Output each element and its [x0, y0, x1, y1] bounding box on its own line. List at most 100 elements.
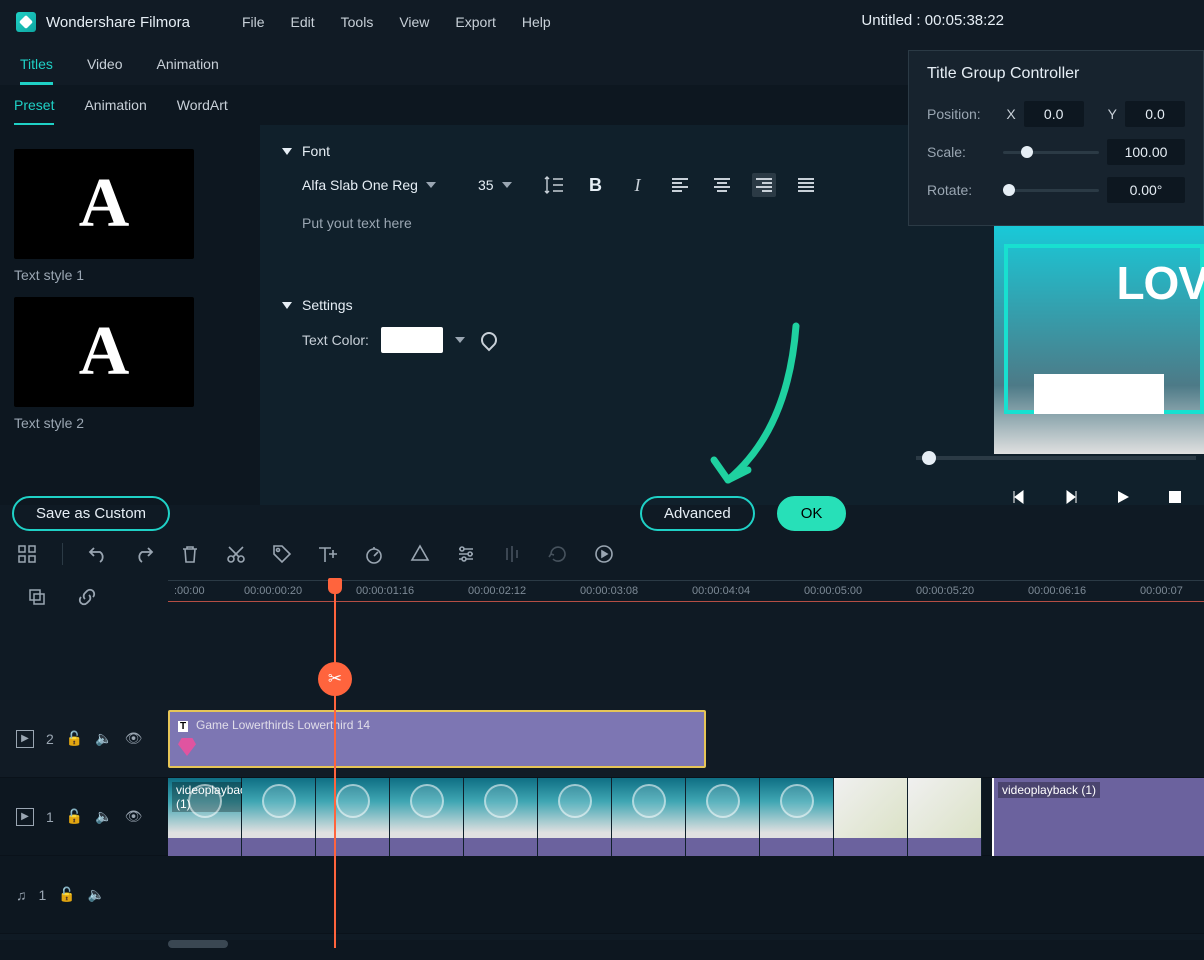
- visibility-icon[interactable]: 👁: [125, 730, 143, 747]
- position-y-input[interactable]: 0.0: [1125, 101, 1185, 127]
- tab-animation[interactable]: Animation: [157, 56, 219, 85]
- play-button[interactable]: [1114, 488, 1132, 506]
- copy-icon[interactable]: [26, 586, 48, 608]
- tick: 00:00:06:16: [1028, 585, 1086, 597]
- text-color-swatch[interactable]: [381, 327, 443, 353]
- toolbar-divider: [62, 543, 63, 565]
- render-icon[interactable]: [593, 543, 615, 565]
- crop-button[interactable]: [409, 543, 431, 565]
- align-left-button[interactable]: [668, 173, 692, 197]
- scale-slider[interactable]: [1003, 151, 1099, 154]
- chevron-down-icon: [502, 182, 512, 188]
- align-right-button[interactable]: [752, 173, 776, 197]
- subtab-wordart[interactable]: WordArt: [177, 97, 228, 125]
- stop-button[interactable]: [1166, 488, 1184, 506]
- cut-button[interactable]: [225, 543, 247, 565]
- font-family-dropdown[interactable]: Alfa Slab One Reg: [302, 177, 436, 193]
- video-clip-1[interactable]: videoplayback (1): [168, 778, 982, 856]
- menu-export[interactable]: Export: [455, 14, 495, 30]
- align-justify-button[interactable]: [794, 173, 818, 197]
- font-size-dropdown[interactable]: 35: [478, 177, 512, 193]
- video-clip-2[interactable]: videoplayback (1): [992, 778, 1204, 856]
- rotate-label: Rotate:: [927, 182, 972, 198]
- step-back-button[interactable]: [1010, 488, 1028, 506]
- menu-view[interactable]: View: [399, 14, 429, 30]
- subtab-preset[interactable]: Preset: [14, 97, 54, 125]
- tick: 00:00:05:00: [804, 585, 862, 597]
- title-clip[interactable]: T Game Lowerthirds Lowerthird 14: [168, 710, 706, 768]
- ok-button[interactable]: OK: [777, 496, 847, 531]
- tab-titles[interactable]: Titles: [20, 56, 53, 85]
- add-text-button[interactable]: [317, 543, 339, 565]
- rotate-slider[interactable]: [1003, 189, 1099, 192]
- bold-button[interactable]: B: [584, 173, 608, 197]
- lock-icon[interactable]: 🔓: [58, 886, 75, 903]
- align-center-button[interactable]: [710, 173, 734, 197]
- menu-file[interactable]: File: [242, 14, 265, 30]
- playhead-handle-icon[interactable]: [328, 578, 342, 594]
- chevron-down-icon: [282, 148, 292, 155]
- track-number: 1: [46, 809, 54, 825]
- track-play-icon[interactable]: ▶: [16, 808, 34, 826]
- h-scrollbar[interactable]: [168, 940, 228, 948]
- video-lane[interactable]: videoplayback (1) videoplayback (1): [168, 778, 1204, 855]
- ruler-scale[interactable]: :00:00 00:00:00:20 00:00:01:16 00:00:02:…: [168, 580, 1204, 620]
- refresh-icon[interactable]: [547, 543, 569, 565]
- menu-tools[interactable]: Tools: [341, 14, 374, 30]
- menu-help[interactable]: Help: [522, 14, 551, 30]
- menu-edit[interactable]: Edit: [291, 14, 315, 30]
- font-size-value: 35: [478, 177, 494, 193]
- tag-button[interactable]: [271, 543, 293, 565]
- subtab-animation[interactable]: Animation: [84, 97, 146, 125]
- tick: 00:00:04:04: [692, 585, 750, 597]
- tick: 00:00:02:12: [468, 585, 526, 597]
- playhead-cut-icon[interactable]: [318, 662, 352, 696]
- preset-glyph: A: [79, 312, 130, 392]
- scale-input[interactable]: 100.00: [1107, 139, 1185, 165]
- timeline-playhead[interactable]: [334, 578, 336, 948]
- italic-button[interactable]: I: [626, 173, 650, 197]
- mute-icon[interactable]: 🔈: [88, 886, 105, 903]
- speed-button[interactable]: [363, 543, 385, 565]
- track-head-a1: ♫ 1 🔓 🔈: [0, 886, 168, 903]
- mute-icon[interactable]: 🔈: [95, 730, 112, 747]
- rotate-row: Rotate: 0.00°: [927, 177, 1185, 203]
- preview-scene-element: [1034, 374, 1164, 414]
- visibility-icon[interactable]: 👁: [125, 808, 143, 825]
- save-as-custom-button[interactable]: Save as Custom: [12, 496, 170, 531]
- track-row-overlay: ▶ 2 🔓 🔈 👁 T Game Lowerthirds Lowerthird …: [0, 700, 1204, 778]
- preset-thumb-1[interactable]: A: [14, 149, 194, 259]
- tab-video[interactable]: Video: [87, 56, 123, 85]
- overlay-lane[interactable]: T Game Lowerthirds Lowerthird 14: [168, 700, 1204, 777]
- track-play-icon[interactable]: ▶: [16, 730, 34, 748]
- track-row-audio: ♫ 1 🔓 🔈: [0, 856, 1204, 934]
- layout-icon[interactable]: [16, 543, 38, 565]
- mute-icon[interactable]: 🔈: [95, 808, 112, 825]
- adjust-button[interactable]: [455, 543, 477, 565]
- audio-lane[interactable]: [168, 856, 1204, 933]
- line-height-icon[interactable]: [542, 173, 566, 197]
- audio-mixer-button[interactable]: [501, 543, 523, 565]
- chevron-down-icon[interactable]: [455, 337, 465, 343]
- timeline-ruler[interactable]: :00:00 00:00:00:20 00:00:01:16 00:00:02:…: [0, 580, 1204, 620]
- preview-monitor[interactable]: LOV: [994, 226, 1204, 454]
- text-color-label: Text Color:: [302, 332, 369, 348]
- delete-button[interactable]: [179, 543, 201, 565]
- eyedropper-icon[interactable]: [477, 328, 501, 352]
- track-row-video: ▶ 1 🔓 🔈 👁 videoplayback (1) videoplaybac…: [0, 778, 1204, 856]
- preset-thumb-2[interactable]: A: [14, 297, 194, 407]
- advanced-button[interactable]: Advanced: [640, 496, 755, 531]
- audio-icon[interactable]: ♫: [16, 887, 27, 903]
- project-title: Untitled : 00:05:38:22: [861, 12, 1004, 29]
- undo-button[interactable]: [87, 543, 109, 565]
- redo-button[interactable]: [133, 543, 155, 565]
- text-placeholder: Put yout text here: [302, 215, 412, 231]
- y-label: Y: [1108, 106, 1117, 122]
- step-forward-button[interactable]: [1062, 488, 1080, 506]
- preview-seekbar[interactable]: [908, 456, 1204, 460]
- rotate-input[interactable]: 0.00°: [1107, 177, 1185, 203]
- link-icon[interactable]: [76, 586, 98, 608]
- lock-icon[interactable]: 🔓: [66, 808, 83, 825]
- lock-icon[interactable]: 🔓: [66, 730, 83, 747]
- position-x-input[interactable]: 0.0: [1024, 101, 1084, 127]
